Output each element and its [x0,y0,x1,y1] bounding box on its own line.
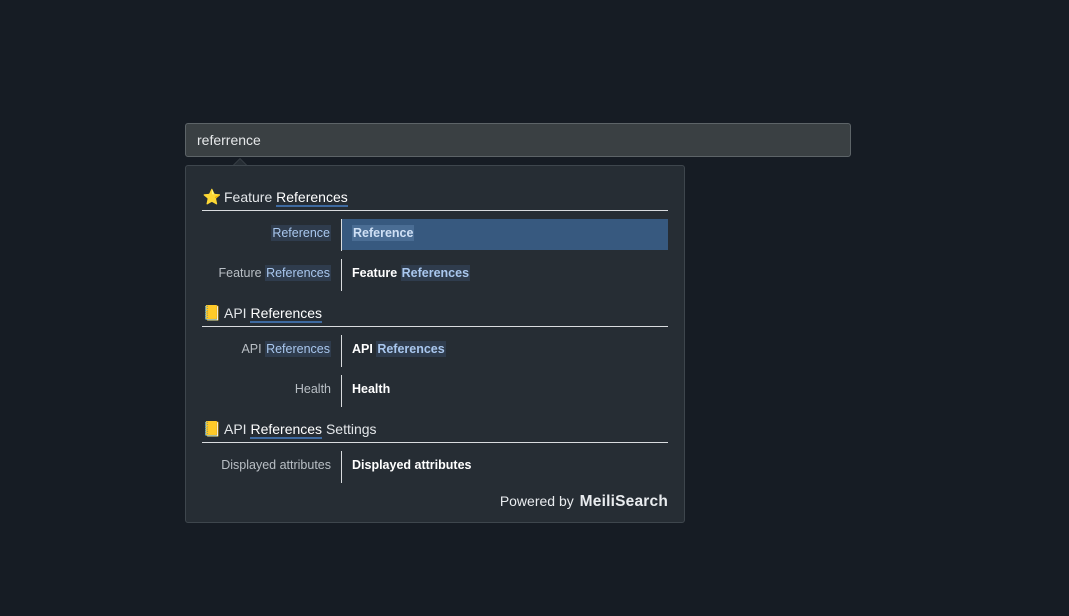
category-label-prefix: API [224,305,251,321]
title-prefix: Health [352,382,391,396]
result-subcategory: API References [202,335,331,367]
star-icon: ⭐ [202,189,222,206]
result-row[interactable]: Health Health [202,375,668,407]
powered-by-footer[interactable]: Powered by MeiliSearch [500,493,668,511]
category-label-suffix: Settings [322,421,377,437]
ledger-icon: 📒 [202,305,222,322]
title-prefix: API [352,342,377,356]
result-subcategory: Reference [202,219,331,251]
result-divider [341,259,342,291]
result-divider [341,335,342,367]
category-feature-references: ⭐ Feature References [202,183,668,211]
result-row[interactable]: Feature References Feature References [202,259,668,291]
powered-by-label: Powered by [499,493,574,509]
result-divider [341,451,342,483]
result-subcategory: Feature References [202,259,331,291]
category-label-match: References [250,421,323,439]
result-row[interactable]: Displayed attributes Displayed attribute… [202,451,668,483]
subcategory-prefix: Health [294,382,331,396]
result-title: Reference [352,219,415,251]
title-prefix: Displayed attributes [352,458,472,472]
title-match: Reference [352,225,415,241]
category-api-references-settings: 📒 API References Settings [202,415,668,443]
category-label-prefix: Feature [224,189,277,205]
subcategory-prefix: Displayed attributes [221,458,331,472]
result-divider [341,219,342,251]
subcategory-prefix: API [241,342,266,356]
result-title: API References [352,335,446,367]
category-label-match: References [276,189,348,207]
category-label-match: References [250,305,323,323]
meilisearch-logo: MeiliSearch [579,493,668,510]
title-match: References [400,265,471,281]
search-input[interactable]: referrence [185,123,851,157]
subcategory-match: References [265,265,331,281]
title-match: References [376,341,446,357]
result-title: Displayed attributes [352,451,471,483]
result-divider [341,375,342,407]
result-subcategory: Displayed attributes [202,451,331,483]
search-results-dropdown: ⭐ Feature References Reference Reference … [185,165,685,523]
ledger-icon: 📒 [202,421,222,438]
category-api-references: 📒 API References [202,299,668,327]
subcategory-match: References [265,341,331,357]
result-title: Feature References [352,259,471,291]
result-row[interactable]: Reference Reference [202,219,668,251]
subcategory-match: Reference [271,225,331,241]
result-subcategory: Health [202,375,331,407]
result-title: Health [352,375,390,407]
category-label-prefix: API [224,421,251,437]
result-row[interactable]: API References API References [202,335,668,367]
title-prefix: Feature [352,266,401,280]
subcategory-prefix: Feature [218,266,266,280]
